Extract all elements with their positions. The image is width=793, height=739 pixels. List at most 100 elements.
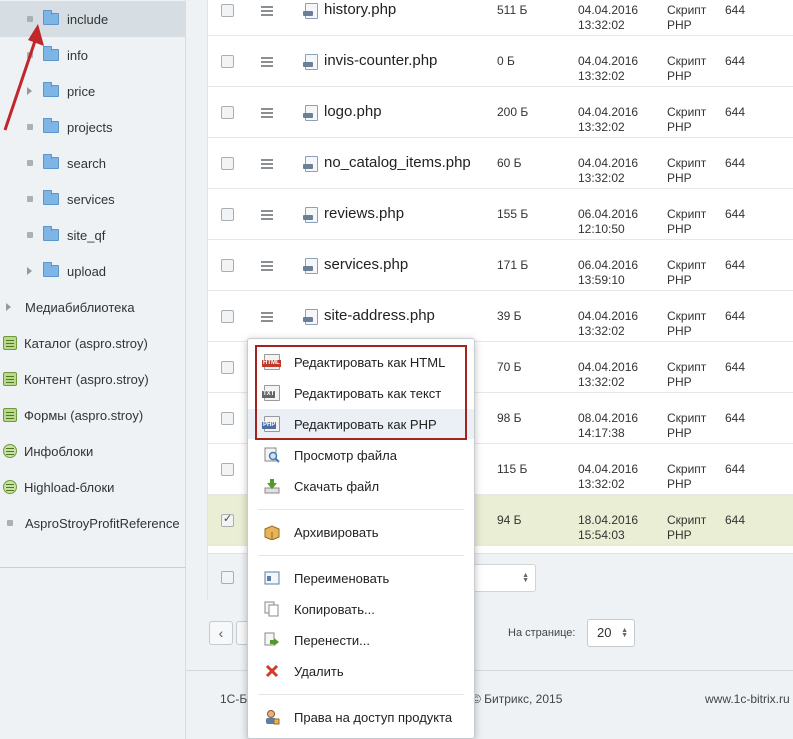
footer-site-link[interactable]: www.1c-bitrix.ru [705, 692, 790, 706]
sidebar-item-iblocks[interactable]: Инфоблоки [0, 433, 186, 469]
file-modified: 04.04.2016 13:32:02 [578, 309, 638, 339]
file-permissions: 644 [725, 360, 746, 374]
table-row[interactable]: site-address.php 39 Б 04.04.2016 13:32:02 Ск… [208, 291, 793, 342]
row-checkbox[interactable] [221, 208, 234, 221]
row-menu-icon[interactable] [261, 6, 273, 8]
select-all-checkbox[interactable] [221, 571, 234, 584]
per-page-select[interactable]: 20 ▲ ▼ [587, 619, 635, 647]
menu-rename[interactable]: Переименовать [248, 563, 474, 593]
file-type-line1: Скрипт [667, 207, 707, 221]
file-modified: 04.04.2016 13:32:02 [578, 156, 638, 186]
file-type-line2: PHP [667, 120, 692, 134]
file-modified: 08.04.2016 14:17:38 [578, 411, 638, 441]
row-checkbox[interactable] [221, 259, 234, 272]
file-time: 13:32:02 [578, 18, 625, 32]
menu-copy[interactable]: Копировать... [248, 594, 474, 624]
file-type: Скрипт PHP [667, 207, 706, 237]
file-date: 04.04.2016 [578, 309, 639, 323]
row-menu-icon[interactable] [261, 57, 273, 59]
sidebar-item-content[interactable]: Контент (aspro.stroy) [0, 361, 186, 397]
row-checkbox[interactable] [221, 463, 234, 476]
expand-arrow-icon[interactable] [27, 267, 32, 275]
row-menu-icon[interactable] [261, 261, 273, 263]
table-row[interactable]: reviews.php 155 Б 06.04.2016 12:10:50 Скрипт… [208, 189, 793, 240]
table-row[interactable]: no_catalog_items.php 60 Б 04.04.2016 13:32:… [208, 138, 793, 189]
table-row[interactable]: logo.php 200 Б 04.04.2016 13:32:02 Скрипт PHP… [208, 87, 793, 138]
file-type-line1: Скрипт [667, 105, 707, 119]
tree-folder-services[interactable]: services [0, 181, 186, 217]
menu-delete[interactable]: Удалить [248, 656, 474, 686]
sidebar-item-media-library[interactable]: Медиабиблиотека [0, 289, 186, 325]
sidebar-item-profit-reference[interactable]: AsproStroyProfitReference [0, 505, 186, 541]
row-checkbox[interactable] [221, 361, 234, 374]
menu-separator [258, 694, 464, 695]
sidebar-item-label: Медиабиблиотека [25, 299, 135, 315]
sidebar-item-catalog[interactable]: Каталог (aspro.stroy) [0, 325, 186, 361]
file-date: 04.04.2016 [578, 105, 639, 119]
php-file-icon [303, 207, 318, 223]
menu-view-file[interactable]: Просмотр файла [248, 440, 474, 470]
file-type-line1: Скрипт [667, 3, 707, 17]
row-checkbox[interactable] [221, 157, 234, 170]
php-file-icon [303, 258, 318, 274]
menu-archive[interactable]: Архивировать [248, 517, 474, 547]
php-file-icon [303, 105, 318, 121]
expand-arrow-icon[interactable] [6, 303, 11, 311]
menu-download-file[interactable]: Скачать файл [248, 471, 474, 501]
tree-folder-site-qf[interactable]: site_qf [0, 217, 186, 253]
file-name-link[interactable]: site-address.php [324, 307, 435, 324]
file-type-line2: PHP [667, 426, 692, 440]
file-type: Скрипт PHP [667, 3, 706, 33]
file-time: 13:32:02 [578, 375, 625, 389]
row-menu-icon[interactable] [261, 312, 273, 314]
file-type-line2: PHP [667, 273, 692, 287]
menu-move[interactable]: Перенести... [248, 625, 474, 655]
table-row[interactable]: invis-counter.php 0 Б 04.04.2016 13:32:02 Ск… [208, 36, 793, 87]
group-action-select[interactable]: ▲ ▼ [472, 564, 536, 592]
menu-item-label: Скачать файл [294, 478, 380, 494]
delete-x-icon [265, 664, 279, 678]
file-name-link[interactable]: no_catalog_items.php [324, 154, 471, 171]
file-name-link[interactable]: services.php [324, 256, 408, 273]
file-type-line2: PHP [667, 171, 692, 185]
prev-page-button[interactable]: ‹ [209, 621, 233, 645]
row-menu-icon[interactable] [261, 210, 273, 212]
row-checkbox[interactable] [221, 55, 234, 68]
row-checkbox[interactable] [221, 4, 234, 17]
file-size: 171 Б [497, 258, 529, 272]
file-name-link[interactable]: invis-counter.php [324, 52, 437, 69]
file-type: Скрипт PHP [667, 513, 706, 543]
file-permissions: 644 [725, 462, 746, 476]
row-checkbox[interactable] [221, 412, 234, 425]
file-name-link[interactable]: history.php [324, 1, 396, 18]
row-checkbox[interactable] [221, 106, 234, 119]
footer-left: 1С-Б [220, 692, 248, 706]
sidebar-item-highload[interactable]: Highload-блоки [0, 469, 186, 505]
tree-folder-upload[interactable]: upload [0, 253, 186, 289]
file-type: Скрипт PHP [667, 156, 706, 186]
file-name-link[interactable]: logo.php [324, 103, 382, 120]
file-date: 04.04.2016 [578, 3, 639, 17]
tree-folder-search[interactable]: search [0, 145, 186, 181]
table-row[interactable]: history.php 511 Б 04.04.2016 13:32:02 Скрипт… [208, 0, 793, 36]
menu-access-rights[interactable]: Права на доступ продукта [248, 702, 474, 732]
row-menu-icon[interactable] [261, 108, 273, 110]
select-spinner-icon: ▲ ▼ [522, 572, 529, 584]
file-size: 60 Б [497, 156, 522, 170]
sidebar-item-label: Каталог (aspro.stroy) [24, 335, 148, 351]
menu-item-label: Архивировать [294, 524, 379, 540]
sidebar-divider [0, 567, 186, 568]
table-row[interactable]: services.php 171 Б 06.04.2016 13:59:10 Скрип… [208, 240, 793, 291]
row-checkbox[interactable] [221, 310, 234, 323]
file-date: 06.04.2016 [578, 207, 639, 221]
sidebar-item-label: Highload-блоки [24, 479, 115, 495]
file-type: Скрипт PHP [667, 309, 706, 339]
download-icon [264, 479, 280, 494]
folder-icon [43, 226, 59, 241]
row-checkbox[interactable] [221, 512, 234, 527]
file-date: 06.04.2016 [578, 258, 639, 272]
row-menu-icon[interactable] [261, 159, 273, 161]
sidebar-item-forms[interactable]: Формы (aspro.stroy) [0, 397, 186, 433]
file-name-link[interactable]: reviews.php [324, 205, 404, 222]
folder-icon [43, 262, 59, 277]
